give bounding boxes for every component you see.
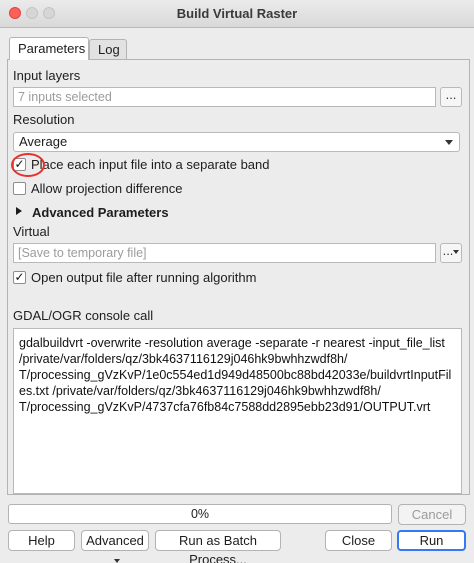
highlight-circle — [11, 153, 45, 177]
virtual-label: Virtual — [13, 224, 50, 239]
virtual-output-field[interactable]: [Save to temporary file] — [13, 243, 436, 263]
projection-difference-checkbox[interactable] — [13, 182, 26, 195]
resolution-select[interactable]: Average — [13, 132, 460, 152]
help-button[interactable]: Help — [8, 530, 75, 551]
console-call-text[interactable]: gdalbuildvrt -overwrite -resolution aver… — [13, 328, 462, 494]
open-output-checkbox[interactable]: ✓ — [13, 271, 26, 284]
batch-process-button[interactable]: Run as Batch Process... — [155, 530, 281, 563]
advanced-parameters-toggle[interactable]: Advanced Parameters — [32, 205, 169, 220]
separate-band-option[interactable]: ✓ Place each input file into a separate … — [13, 157, 313, 173]
input-layers-field[interactable]: 7 inputs selected — [13, 87, 436, 107]
cancel-button[interactable]: Cancel — [398, 504, 466, 525]
open-output-option[interactable]: ✓ Open output file after running algorit… — [13, 270, 333, 286]
projection-difference-option[interactable]: Allow projection difference — [13, 181, 233, 197]
progress-bar: 0% — [8, 504, 392, 524]
resolution-label: Resolution — [13, 112, 75, 127]
run-button[interactable]: Run — [397, 530, 466, 551]
browse-label: ... — [442, 243, 454, 258]
parameters-panel: Input layers 7 inputs selected ... Resol… — [7, 59, 470, 495]
virtual-output-browse-button[interactable]: ... — [440, 243, 462, 263]
close-button[interactable]: Close — [325, 530, 392, 551]
console-call-label: GDAL/OGR console call — [13, 308, 154, 323]
open-output-label: Open output file after running algorithm — [31, 270, 257, 285]
advanced-button-label: Advanced — [86, 533, 144, 548]
progress-text: 0% — [190, 507, 210, 521]
checkmark-icon: ✓ — [14, 270, 25, 284]
input-layers-browse-button[interactable]: ... — [440, 87, 462, 107]
resolution-value: Average — [19, 134, 68, 149]
chevron-down-icon — [114, 558, 120, 563]
chevron-down-icon — [453, 249, 460, 254]
separate-band-label: Place each input file into a separate ba… — [31, 157, 270, 172]
projection-difference-label: Allow projection difference — [31, 181, 183, 196]
tab-log[interactable]: Log — [89, 39, 127, 60]
triangle-right-icon[interactable] — [16, 207, 22, 215]
input-layers-label: Input layers — [13, 68, 81, 83]
chevron-down-icon — [445, 140, 453, 145]
title-bar: Build Virtual Raster — [0, 0, 474, 28]
window-title: Build Virtual Raster — [176, 6, 298, 21]
tab-parameters[interactable]: Parameters — [9, 37, 89, 60]
advanced-menu-button[interactable]: Advanced — [81, 530, 149, 563]
